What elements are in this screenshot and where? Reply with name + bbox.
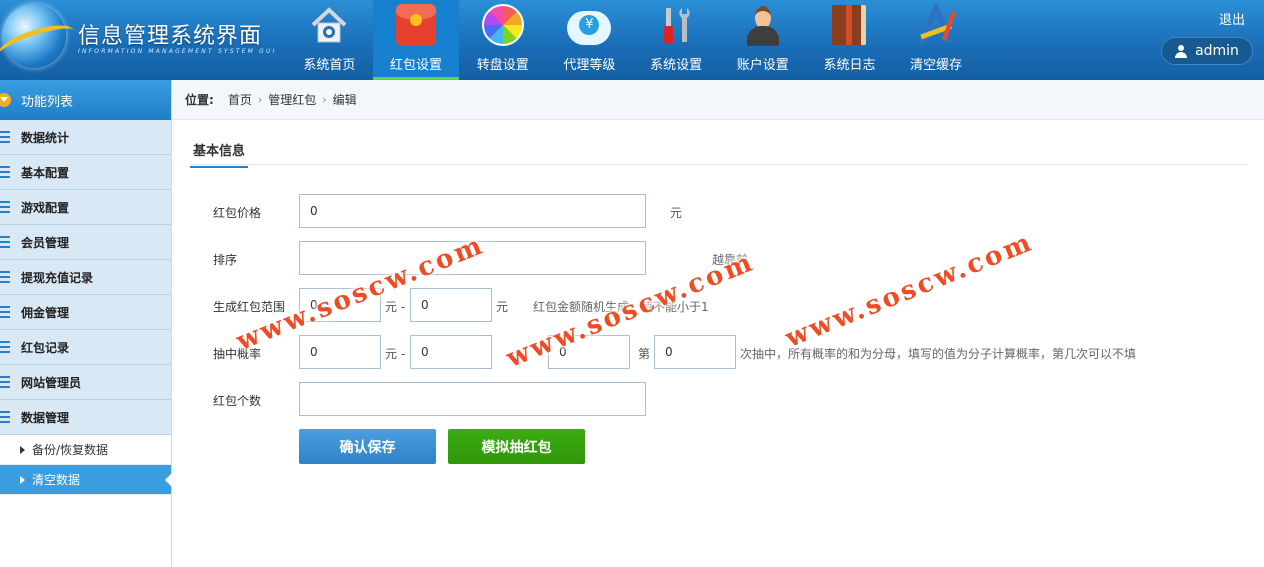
sidebar-subitem-clear-data[interactable]: 清空数据 (0, 465, 172, 495)
top-header: 信息管理系统界面 INFORMATION MANAGEMENT SYSTEM G… (0, 0, 1264, 80)
range-unit-1: 元 - (385, 300, 406, 314)
tools-icon (654, 3, 698, 47)
nav-system-log[interactable]: 系统日志 (806, 0, 893, 80)
app-subtitle: INFORMATION MANAGEMENT SYSTEM GUI (78, 48, 277, 55)
breadcrumb-home[interactable]: 首页 (228, 91, 252, 108)
nav-system-settings[interactable]: 系统设置 (633, 0, 720, 80)
list-icon (0, 201, 10, 213)
chevron-right-icon: › (322, 93, 327, 106)
sidebar-item-members[interactable]: 会员管理 (0, 225, 171, 260)
section-divider (190, 164, 1247, 165)
user-icon (741, 3, 785, 47)
count-label: 红包个数 (213, 394, 262, 408)
chevron-right-icon: › (257, 93, 263, 106)
sidebar-item-game-config[interactable]: 游戏配置 (0, 190, 171, 225)
nav-home[interactable]: 系统首页 (286, 0, 373, 80)
breadcrumb-edit: 编辑 (332, 93, 357, 107)
draw-nth-input[interactable]: 0 (654, 335, 736, 369)
sidebar-item-red-envelope-records[interactable]: 红包记录 (0, 330, 171, 365)
save-button[interactable]: 确认保存 (299, 429, 436, 464)
price-label: 红包价格 (213, 206, 262, 220)
list-icon (0, 166, 10, 178)
price-unit: 元 (670, 206, 683, 220)
draw-unit: 元 - (385, 347, 406, 361)
price-input[interactable]: 0 (299, 194, 646, 228)
wheel-icon (481, 3, 525, 47)
home-icon (307, 3, 351, 47)
cloud-money-icon: ¥ (567, 3, 612, 47)
sidebar-item-stats[interactable]: 数据统计 (0, 120, 171, 155)
draw-min-input[interactable]: 0 (299, 335, 381, 369)
red-envelope-icon (394, 3, 438, 47)
nav-wheel[interactable]: 转盘设置 (459, 0, 546, 80)
nav-clear-cache[interactable]: 清空缓存 (893, 0, 980, 80)
pencil-ruler-icon (914, 3, 958, 47)
simulate-draw-button[interactable]: 模拟抽红包 (448, 429, 585, 464)
list-icon (0, 341, 10, 353)
range-unit-2: 元 (496, 300, 509, 314)
chevron-down-icon (0, 93, 11, 107)
list-icon (0, 131, 10, 143)
list-icon (0, 271, 10, 283)
sidebar-item-admins[interactable]: 网站管理员 (0, 365, 171, 400)
watermark: www.soscw.com (781, 226, 1038, 354)
sort-label: 排序 (213, 253, 238, 267)
list-icon (0, 236, 10, 248)
book-icon (827, 3, 871, 47)
username: admin (1195, 43, 1239, 59)
nav-account-settings[interactable]: 账户设置 (719, 0, 806, 80)
list-icon (0, 411, 10, 423)
logo: 信息管理系统界面 INFORMATION MANAGEMENT SYSTEM G… (0, 0, 290, 80)
sidebar-item-withdraw-records[interactable]: 提现充值记录 (0, 260, 171, 295)
sidebar-item-commission[interactable]: 佣金管理 (0, 295, 171, 330)
breadcrumb: 位置: 首页 › 管理红包 › 编辑 (172, 80, 1264, 120)
sidebar-subitem-backup[interactable]: 备份/恢复数据 (0, 435, 171, 465)
nav-red-envelope[interactable]: 红包设置 (372, 0, 460, 80)
sidebar-header[interactable]: 功能列表 (0, 80, 171, 120)
sidebar-item-data-management[interactable]: 数据管理 (0, 400, 171, 435)
list-icon (0, 306, 10, 318)
list-icon (0, 376, 10, 388)
draw-max-input[interactable]: 0 (410, 335, 492, 369)
caret-right-icon (20, 475, 25, 484)
draw-di-label: 第 (638, 347, 651, 361)
nav-agent-level[interactable]: ¥ 代理等级 (546, 0, 633, 80)
top-nav: 系统首页 红包设置 转盘设置 ¥ 代理等级 系统设置 账户设置 系统日志 清空缓… (286, 0, 980, 80)
caret-right-icon (20, 445, 25, 454)
breadcrumb-label: 位置: (185, 93, 214, 107)
breadcrumb-manage[interactable]: 管理红包 (268, 91, 316, 108)
count-input[interactable] (299, 382, 646, 416)
user-menu[interactable]: admin (1161, 37, 1253, 65)
app-title: 信息管理系统界面 (78, 24, 263, 49)
sidebar: 功能列表 数据统计 基本配置 游戏配置 会员管理 提现充值记录 佣金管理 红包记… (0, 80, 172, 567)
logout-link[interactable]: 退出 (1219, 9, 1245, 28)
user-icon (1175, 44, 1188, 58)
sidebar-item-basic-config[interactable]: 基本配置 (0, 155, 171, 190)
range-max-input[interactable]: 0 (410, 288, 492, 322)
